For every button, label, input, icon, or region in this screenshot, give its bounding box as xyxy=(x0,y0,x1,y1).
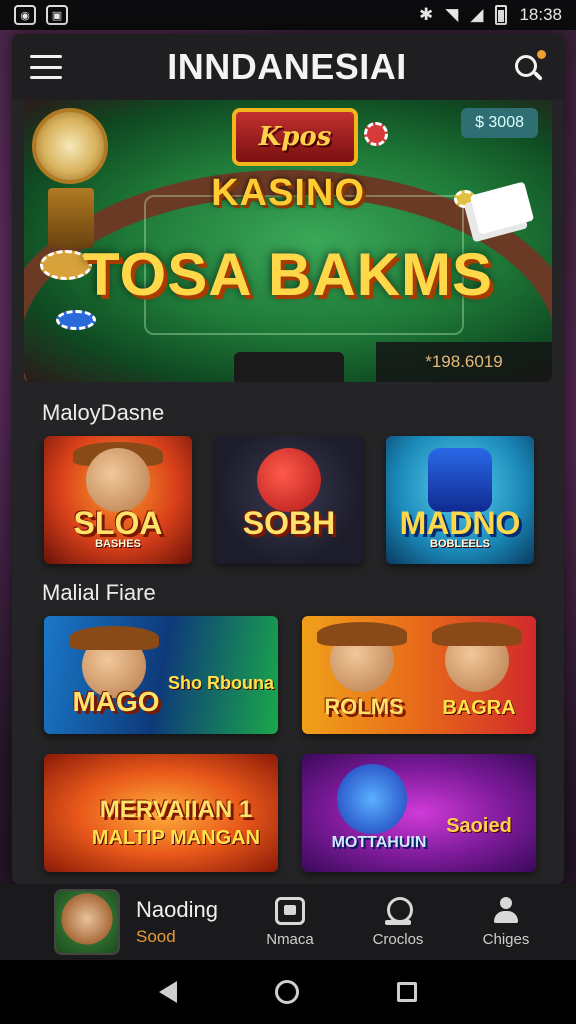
game-row-popular: MAGO Sho Rbouna ROLMS BAGRA xyxy=(44,616,564,734)
card-shoe xyxy=(234,352,344,382)
poker-chip-icon xyxy=(56,310,96,330)
game-subtitle: BAGRA xyxy=(442,697,516,719)
game-title: SLOA xyxy=(73,505,163,541)
nav-item-chips[interactable]: Croclos xyxy=(344,896,452,948)
avatar xyxy=(54,889,120,955)
nav-featured[interactable]: Naoding Sood xyxy=(0,889,236,955)
battery-icon xyxy=(495,5,508,25)
game-subtitle: Sho Rbouna xyxy=(168,673,274,693)
character-graphic xyxy=(86,448,150,512)
chip-stack-icon xyxy=(383,896,413,925)
game-row-popular-2: MERVAIIAN 1 MALTIP MANGAN MOTTAHUIN Saoi… xyxy=(44,754,564,872)
emblem-graphic xyxy=(337,764,407,834)
hero-kasino-text: KASINO xyxy=(211,172,365,214)
game-tile[interactable]: MAGO Sho Rbouna xyxy=(44,616,278,734)
game-tile[interactable]: MOTTAHUIN Saoied xyxy=(302,754,536,872)
game-title: MADNO xyxy=(399,505,521,541)
section-title-popular: Malial Fiare xyxy=(42,580,156,605)
bottom-nav: Naoding Sood Nmaca Croclos Chiges xyxy=(0,884,576,960)
system-nav-bar xyxy=(0,960,576,1024)
section-title-featured: MaloyDasne xyxy=(42,400,165,425)
shield-graphic xyxy=(428,448,492,512)
balance-badge[interactable]: $ 3008 xyxy=(461,108,538,138)
back-icon[interactable] xyxy=(159,981,177,1003)
app-bar: INNDANESIAI xyxy=(12,34,564,100)
game-subtitle: Saoied xyxy=(446,815,512,837)
nav-item-label: Croclos xyxy=(372,930,424,948)
game-title: MERVAIIAN 1 xyxy=(99,796,253,823)
game-tile[interactable]: MADNO BOBLEELS xyxy=(386,436,534,564)
game-tile[interactable]: SLOA BASHES xyxy=(44,436,192,564)
nav-item-profile[interactable]: Chiges xyxy=(452,896,560,948)
bluetooth-icon: ✱ xyxy=(419,5,434,24)
cowboy-hat-graphic xyxy=(432,622,522,646)
nav-featured-title: Naoding xyxy=(136,897,218,922)
wifi-icon: ◥ xyxy=(445,5,459,24)
nav-item-games[interactable]: Nmaca xyxy=(236,896,344,948)
game-title: SOBH xyxy=(242,505,336,541)
game-title: MOTTAHUIN xyxy=(331,834,427,851)
game-title: ROLMS xyxy=(324,694,404,719)
game-subtitle: MALTIP MANGAN xyxy=(91,827,261,849)
nav-featured-sub: Sood xyxy=(136,927,176,946)
status-time: 18:38 xyxy=(519,5,562,24)
image-icon: ▣ xyxy=(46,5,68,25)
hamburger-menu-icon[interactable] xyxy=(30,55,62,79)
game-tile[interactable]: MERVAIIAN 1 MALTIP MANGAN xyxy=(44,754,278,872)
game-box-icon xyxy=(275,896,305,925)
nav-item-label: Nmaca xyxy=(266,930,314,948)
camera-icon: ◉ xyxy=(14,5,36,25)
status-bar: ◉ ▣ ✱ ◥ ◢ 18:38 xyxy=(0,0,576,30)
signal-icon: ◢ xyxy=(470,5,484,24)
main-panel: INNDANESIAI Kpos KASINO TOSA BAKMS $ 300… xyxy=(12,34,564,884)
game-subtitle: BASHES xyxy=(95,538,141,550)
home-icon[interactable] xyxy=(275,980,299,1004)
game-tile[interactable]: SOBH xyxy=(215,436,363,564)
game-tile[interactable]: ROLMS BAGRA xyxy=(302,616,536,734)
recent-apps-icon[interactable] xyxy=(397,982,417,1002)
cowboy-hat-graphic xyxy=(317,622,407,646)
app-title: INNDANESIAI xyxy=(167,46,407,87)
game-subtitle: BOBLEELS xyxy=(430,538,490,550)
game-title: MAGO xyxy=(72,686,160,717)
hero-banner[interactable]: Kpos KASINO TOSA BAKMS $ 3008 *198.6019 xyxy=(24,100,552,382)
hero-headline: TOSA BAKMS xyxy=(82,241,494,308)
cowboy-hat-graphic xyxy=(69,626,159,650)
casino-logo: Kpos xyxy=(232,108,358,166)
game-row-featured: SLOA BASHES SOBH MADNO BOBLEELS xyxy=(44,436,564,564)
poker-chip-icon xyxy=(364,122,388,146)
character-graphic xyxy=(257,448,321,512)
jackpot-counter: *198.6019 xyxy=(376,342,552,382)
search-icon[interactable] xyxy=(512,50,546,84)
nav-item-label: Chiges xyxy=(482,930,530,948)
user-profile-icon xyxy=(491,896,521,925)
